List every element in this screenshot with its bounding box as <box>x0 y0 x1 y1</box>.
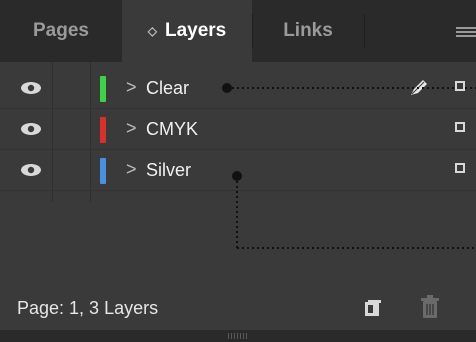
tab-pages-label: Pages <box>33 20 89 41</box>
layer-row-silver[interactable]: > Silver <box>0 150 476 190</box>
layer-row-clear[interactable]: > Clear <box>0 68 476 108</box>
tab-bar: Pages ◇ Layers Links <box>0 0 476 62</box>
status-text: Page: 1, 3 Layers <box>17 298 159 318</box>
tab-separator <box>364 14 365 48</box>
resize-grip-icon[interactable] <box>228 333 248 339</box>
tab-layers[interactable]: ◇ Layers <box>122 0 252 62</box>
eye-icon[interactable] <box>20 80 42 96</box>
tab-pages[interactable]: Pages <box>0 0 122 62</box>
chevron-right-icon[interactable]: > <box>126 118 137 139</box>
eye-icon[interactable] <box>20 121 42 137</box>
new-layer-icon[interactable] <box>364 299 382 317</box>
pen-icon[interactable] <box>408 78 430 98</box>
layer-name[interactable]: Clear <box>146 78 189 99</box>
updown-chevron-icon: ◇ <box>147 24 157 38</box>
layers-list: > Clear > CMYK > Silver <box>0 62 476 287</box>
panel-menu-icon[interactable] <box>456 27 476 37</box>
tab-links-label: Links <box>283 20 333 41</box>
selection-box[interactable] <box>455 122 465 132</box>
row-divider <box>0 190 476 191</box>
layer-color-swatch <box>100 117 106 143</box>
tab-links[interactable]: Links <box>252 0 364 62</box>
resize-bar[interactable] <box>0 330 476 342</box>
selection-box[interactable] <box>455 163 465 173</box>
layer-name[interactable]: Silver <box>146 160 191 181</box>
trash-icon[interactable] <box>420 295 440 319</box>
selection-box[interactable] <box>455 81 465 91</box>
layer-name[interactable]: CMYK <box>146 119 198 140</box>
eye-icon[interactable] <box>20 162 42 178</box>
layers-panel: Pages ◇ Layers Links > Clear > CMYK > Si… <box>0 0 476 342</box>
tab-layers-label: Layers <box>164 20 227 41</box>
layer-color-swatch <box>100 76 106 102</box>
chevron-right-icon[interactable]: > <box>126 159 137 180</box>
panel-footer: Page: 1, 3 Layers <box>0 287 476 330</box>
layer-row-cmyk[interactable]: > CMYK <box>0 109 476 149</box>
chevron-right-icon[interactable]: > <box>126 77 137 98</box>
layer-color-swatch <box>100 158 106 184</box>
